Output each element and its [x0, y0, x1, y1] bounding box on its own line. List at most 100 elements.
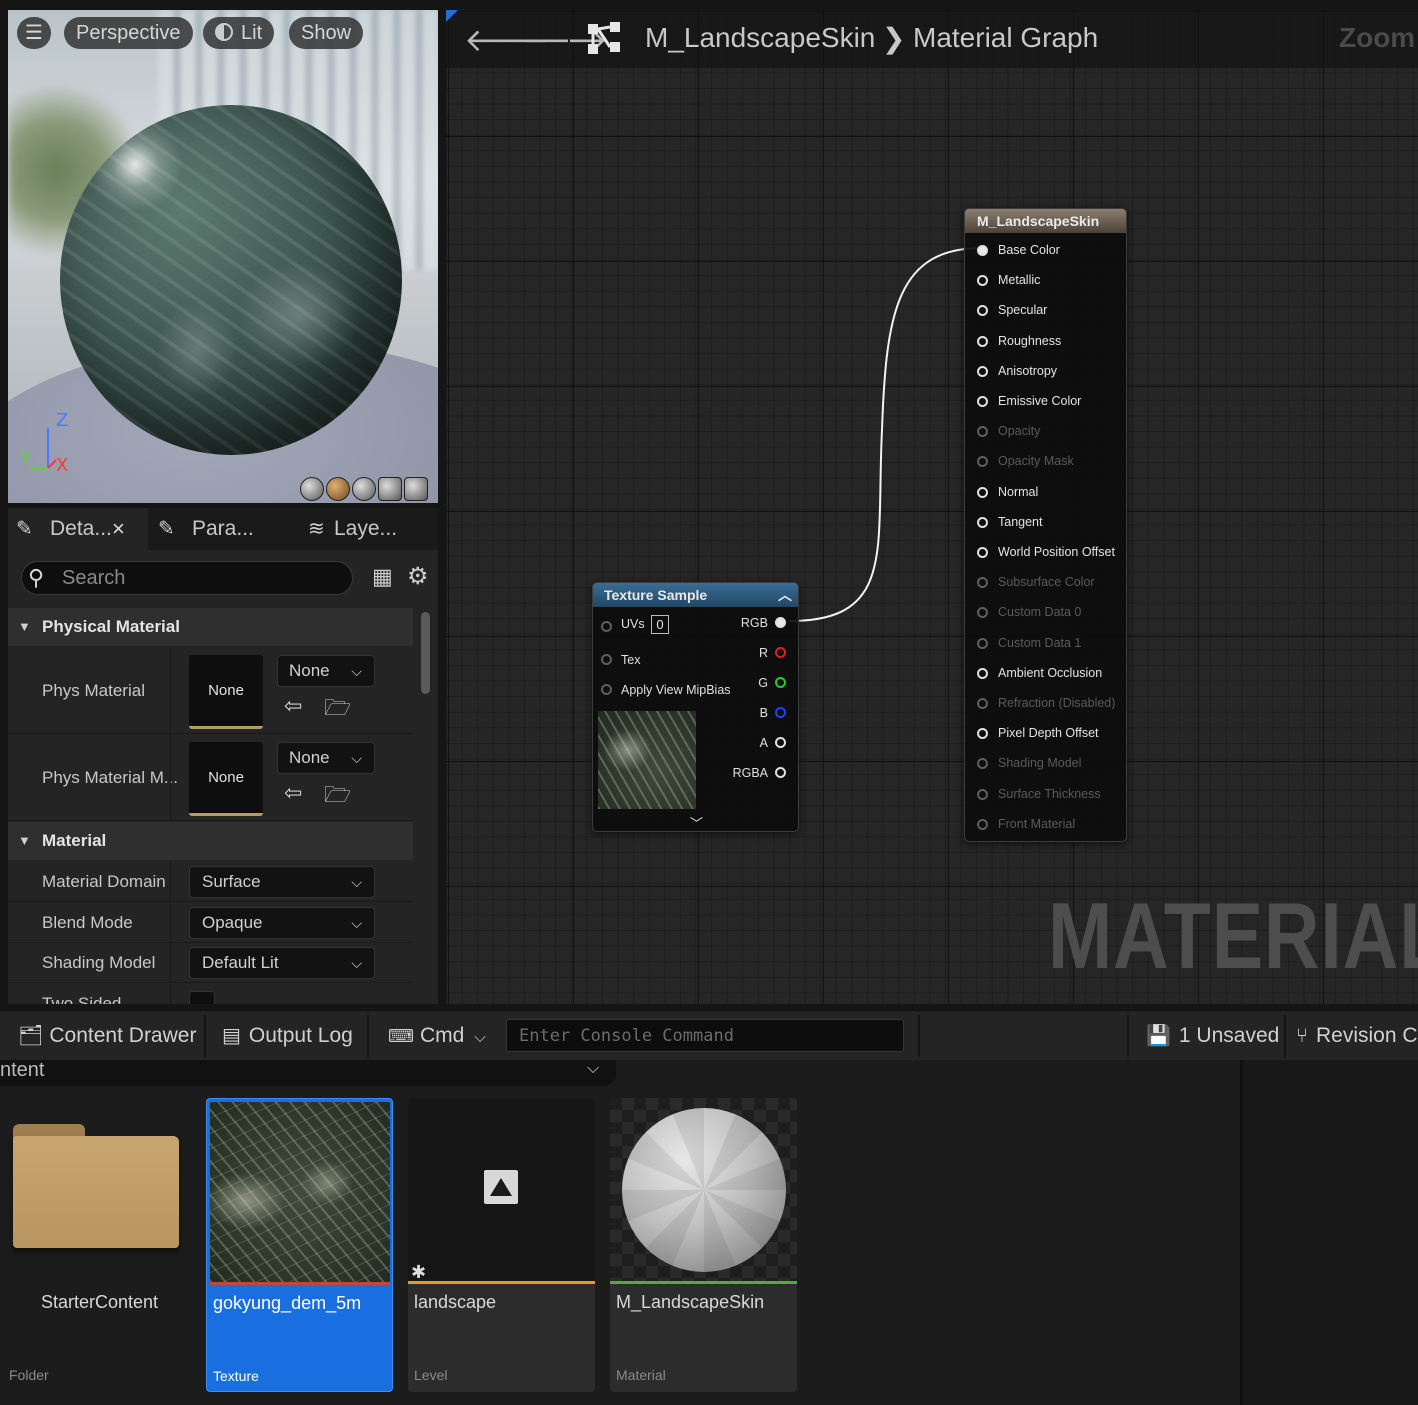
output-pin-a[interactable]: A — [730, 736, 790, 752]
phys-material-mask-thumbnail[interactable]: None — [189, 742, 263, 816]
material-input-pin[interactable]: Tangent — [977, 515, 1127, 531]
section-material[interactable]: ▼ Material — [8, 822, 413, 860]
two-sided-checkbox[interactable] — [189, 991, 215, 1004]
close-icon[interactable]: × — [112, 508, 125, 550]
texture-sample-node[interactable]: Texture Sample ︿ UVs 0 Tex Apply View Mi… — [592, 582, 799, 832]
chevron-down-icon: ⌵ — [351, 874, 362, 890]
breadcrumb-material-graph[interactable]: Material Graph — [913, 22, 1098, 54]
column-divider — [170, 903, 171, 942]
material-domain-combo[interactable]: Surface ⌵ — [189, 866, 375, 898]
material-input-pin[interactable]: Ambient Occlusion — [977, 666, 1127, 682]
revision-control-button[interactable]: ⑂ Revision C — [1296, 1011, 1418, 1061]
unsaved-button[interactable]: 💾 1 Unsaved — [1146, 1011, 1279, 1061]
plane-preview-icon[interactable] — [352, 477, 376, 501]
chevron-down-icon[interactable]: ⌵ — [587, 1060, 599, 1078]
material-input-pin[interactable]: Base Color — [977, 243, 1127, 259]
uvs-value-box[interactable]: 0 — [651, 615, 669, 634]
browse-asset-icon[interactable]: 🗁 — [324, 778, 351, 816]
material-input-pin[interactable]: Custom Data 0 — [977, 605, 1127, 621]
material-input-pin[interactable]: Roughness — [977, 334, 1127, 350]
breadcrumb-material[interactable]: M_LandscapeSkin — [645, 22, 875, 54]
browse-asset-icon[interactable]: 🗁 — [324, 691, 351, 729]
perspective-label: Perspective — [76, 22, 181, 44]
console-command-input[interactable] — [506, 1019, 904, 1052]
material-input-pin[interactable]: Subsurface Color — [977, 575, 1127, 591]
material-input-pin[interactable]: Specular — [977, 303, 1127, 319]
asset-tile-starter-content[interactable]: StarterContent Folder — [5, 1098, 192, 1392]
material-preview-viewport[interactable]: ☰ Perspective Lit Show Z Y X — [8, 10, 438, 503]
material-input-pin[interactable]: Refraction (Disabled) — [977, 696, 1127, 712]
material-graph-canvas[interactable]: 🡐 🡒 M_LandscapeSkin ❯ Material Graph Zoo… — [446, 10, 1418, 1004]
phys-material-mask-combo[interactable]: None ⌵ — [277, 742, 375, 774]
lit-button[interactable]: Lit — [203, 17, 275, 49]
teapot-preview-icon[interactable] — [404, 477, 428, 501]
console-icon: ⌨ — [388, 1026, 414, 1046]
material-input-pin[interactable]: Opacity Mask — [977, 454, 1127, 470]
shading-model-combo[interactable]: Default Lit ⌵ — [189, 947, 375, 979]
phys-material-combo[interactable]: None ⌵ — [277, 655, 375, 687]
pin-mipbias-label: Apply View MipBias — [621, 683, 731, 697]
material-result-node[interactable]: M_LandscapeSkin Base Color Metallic Specul… — [964, 208, 1127, 842]
material-input-pin[interactable]: Shading Model — [977, 756, 1127, 772]
material-input-pin[interactable]: Custom Data 1 — [977, 636, 1127, 652]
content-drawer-button[interactable]: 🗂 Content Drawer — [18, 1011, 196, 1061]
viewport-menu-button[interactable]: ☰ — [17, 17, 51, 49]
path-bar[interactable]: ntent ⌵ — [0, 1060, 616, 1086]
search-box[interactable]: ⚲ — [21, 561, 353, 595]
show-button[interactable]: Show — [289, 17, 364, 49]
input-pin-icon — [977, 637, 988, 649]
level-thumbnail: ✱ — [408, 1098, 595, 1282]
output-pin-r[interactable]: R — [730, 646, 790, 662]
table-view-icon[interactable]: ▦ — [372, 564, 393, 590]
material-input-pin[interactable]: Metallic — [977, 273, 1127, 289]
toolbar-separator — [367, 1015, 369, 1057]
asset-tile-gokyung-dem[interactable]: gokyung_dem_5m Texture — [206, 1098, 393, 1392]
chevron-down-icon[interactable]: ﹀ — [690, 813, 703, 832]
asset-type: Folder — [9, 1367, 49, 1383]
blend-mode-combo[interactable]: Opaque ⌵ — [189, 907, 375, 939]
use-selected-icon[interactable]: ⇦ — [284, 693, 302, 719]
material-input-pin[interactable]: Emissive Color — [977, 394, 1127, 410]
material-input-pin[interactable]: Pixel Depth Offset — [977, 726, 1127, 742]
perspective-button[interactable]: Perspective — [64, 17, 193, 49]
output-label: RGB — [740, 616, 768, 630]
section-physical-material[interactable]: ▼ Physical Material — [8, 608, 413, 646]
output-log-button[interactable]: ▤ Output Log — [222, 1011, 353, 1061]
tab-details[interactable]: ✎ Deta... × — [8, 508, 148, 550]
sphere-preview-icon[interactable] — [326, 477, 350, 501]
output-pin-rgb[interactable]: RGB — [730, 616, 790, 632]
details-scrollbar[interactable] — [421, 612, 430, 694]
combo-value: Surface — [202, 872, 261, 891]
input-pin-icon — [601, 654, 612, 665]
content-drawer-label: Content Drawer — [49, 1024, 197, 1047]
material-input-pin[interactable]: Anisotropy — [977, 364, 1127, 380]
cube-preview-icon[interactable] — [378, 477, 402, 501]
asset-tile-m-landscapeskin[interactable]: M_LandscapeSkin Material — [610, 1098, 797, 1392]
search-input[interactable] — [62, 564, 342, 592]
tab-parameters[interactable]: ✎ Para... — [150, 508, 290, 550]
material-input-pin[interactable]: Opacity — [977, 424, 1127, 440]
cylinder-preview-icon[interactable] — [300, 477, 324, 501]
output-pin-rgba[interactable]: RGBA — [720, 766, 790, 782]
output-pin-b[interactable]: B — [730, 706, 790, 722]
chevron-up-icon[interactable]: ︿ — [778, 583, 792, 607]
input-pin-icon — [977, 365, 988, 377]
material-input-pin[interactable]: Surface Thickness — [977, 787, 1127, 803]
material-input-pin[interactable]: Normal — [977, 485, 1127, 501]
output-pin-g[interactable]: G — [730, 676, 790, 692]
tab-layers[interactable]: ≋ Laye... — [292, 508, 438, 550]
asset-tile-landscape[interactable]: ✱ landscape Level — [408, 1098, 595, 1392]
use-selected-icon[interactable]: ⇦ — [284, 780, 302, 806]
hamburger-icon: ☰ — [25, 22, 43, 44]
material-pin-label: Emissive Color — [998, 394, 1082, 408]
material-node-title-bar[interactable]: M_LandscapeSkin — [965, 209, 1126, 233]
texture-sample-title-bar[interactable]: Texture Sample ︿ — [593, 583, 798, 607]
material-input-pin[interactable]: World Position Offset — [977, 545, 1127, 561]
graph-hierarchy-icon — [588, 22, 620, 54]
material-input-pin[interactable]: Front Material — [977, 817, 1127, 833]
cmd-dropdown[interactable]: ⌨ Cmd ⌵ — [388, 1011, 486, 1061]
tab-details-label: Deta... — [50, 517, 112, 540]
gear-icon[interactable]: ⚙ — [407, 562, 429, 591]
property-phys-material-mask: Phys Material M... None None ⌵ ⇦ 🗁 — [8, 734, 413, 821]
phys-material-thumbnail[interactable]: None — [189, 655, 263, 729]
